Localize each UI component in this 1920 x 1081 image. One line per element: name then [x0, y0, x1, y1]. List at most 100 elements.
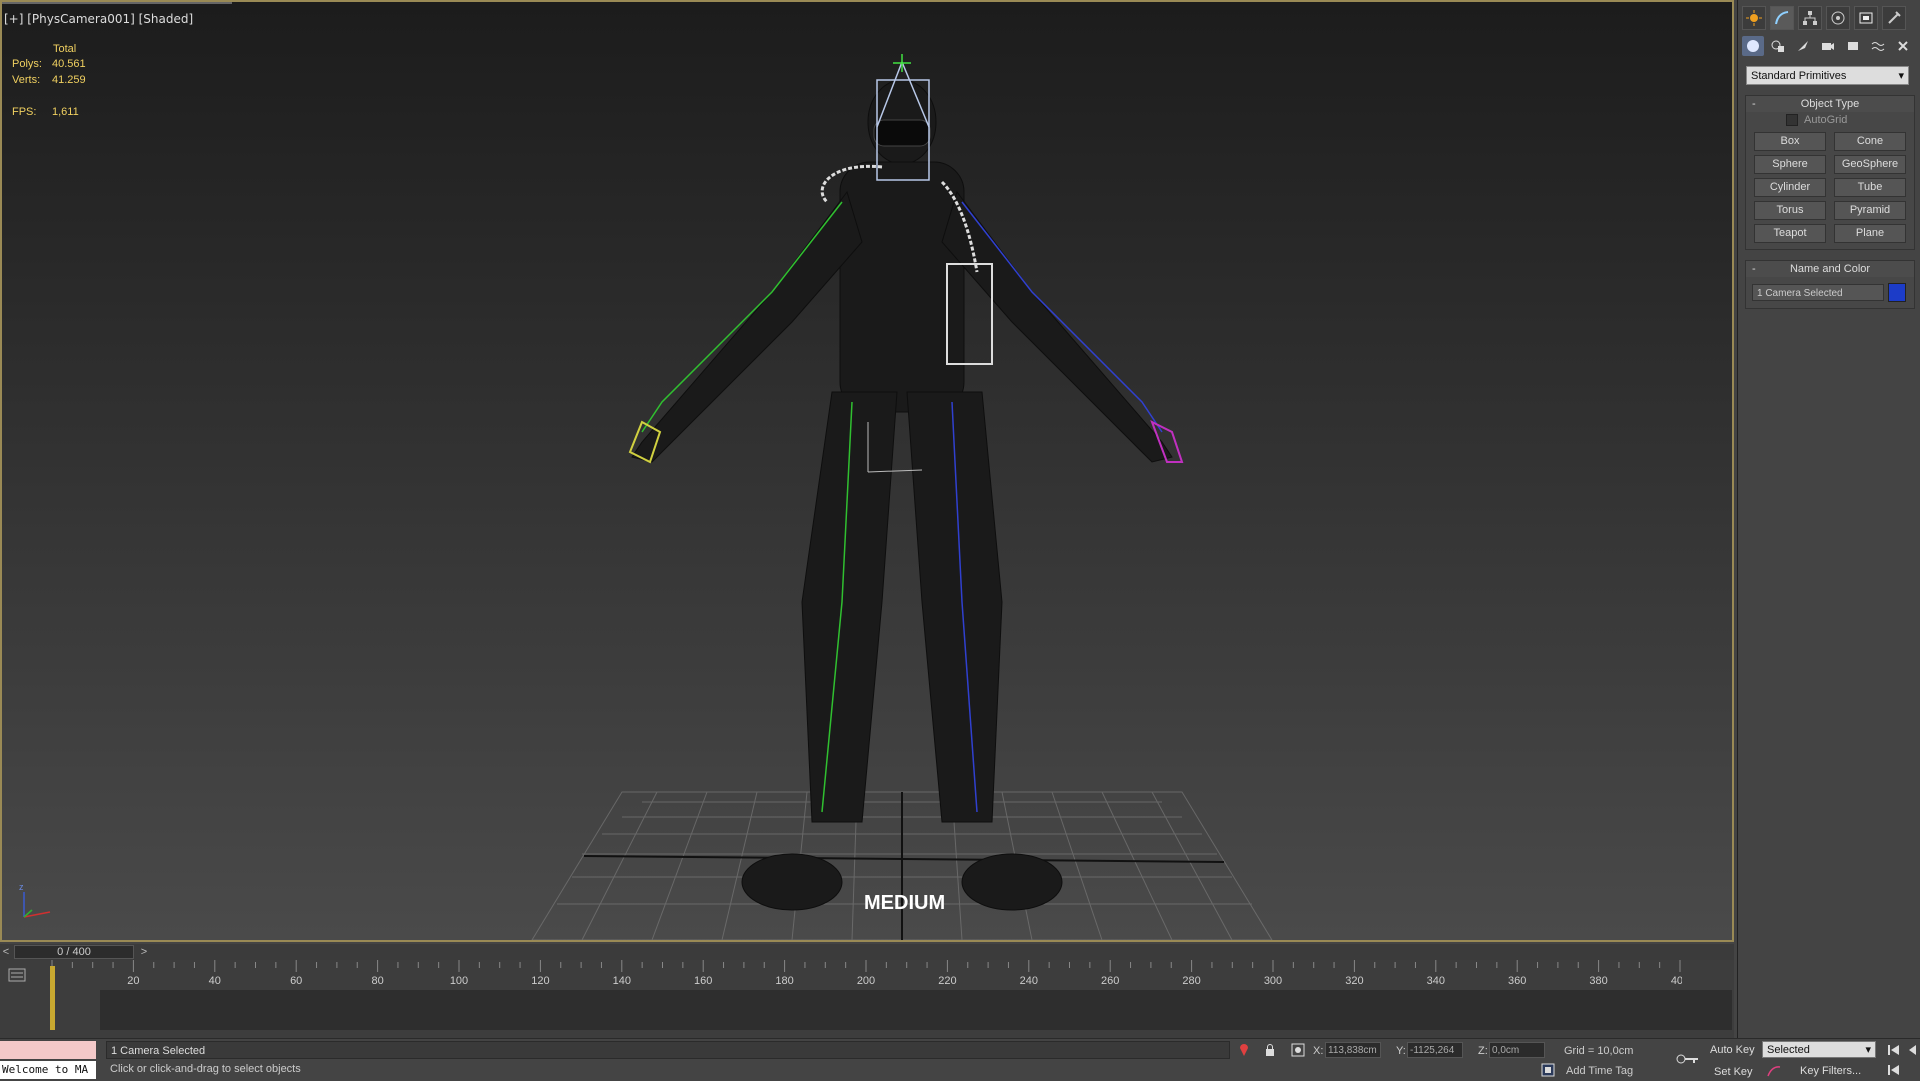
absolute-mode-icon[interactable]: [1290, 1042, 1306, 1058]
ruler-label: 120: [531, 975, 549, 987]
shapes-icon[interactable]: [1767, 36, 1789, 56]
sphere-button[interactable]: Sphere: [1754, 155, 1826, 174]
name-row: 1 Camera Selected: [1746, 277, 1914, 302]
object-type-title: Object Type: [1800, 98, 1860, 110]
auto-key-button[interactable]: Auto Key: [1710, 1044, 1755, 1056]
key-tangent-icon[interactable]: [1766, 1063, 1782, 1079]
lights-icon[interactable]: [1792, 36, 1814, 56]
go-to-start-icon[interactable]: [1886, 1042, 1902, 1058]
create-subtabs: [1738, 30, 1920, 62]
tube-button[interactable]: Tube: [1834, 178, 1906, 197]
display-tab-icon[interactable]: [1854, 6, 1878, 30]
current-frame-marker[interactable]: [50, 966, 55, 1030]
cameras-icon[interactable]: [1817, 36, 1839, 56]
time-tag-icon[interactable]: [1540, 1062, 1556, 1078]
object-name-field[interactable]: 1 Camera Selected: [1752, 284, 1884, 301]
ruler-label: 60: [290, 975, 302, 987]
hierarchy-tab-icon[interactable]: [1798, 6, 1822, 30]
ruler-label: 40: [209, 975, 221, 987]
y-coordinate-field[interactable]: -1125,264: [1407, 1042, 1463, 1058]
scene-render: z: [19, 54, 1273, 940]
x-coordinate-field[interactable]: 113,838cm: [1325, 1042, 1381, 1058]
add-time-tag[interactable]: Add Time Tag: [1566, 1065, 1633, 1077]
systems-icon[interactable]: [1892, 36, 1914, 56]
key-icon[interactable]: [1676, 1051, 1700, 1067]
camera-target-cross: [893, 54, 911, 72]
ruler-label: 220: [938, 975, 956, 987]
utilities-tab-icon[interactable]: [1882, 6, 1906, 30]
camera-tag: MEDIUM: [864, 892, 946, 914]
diver-character: [631, 79, 1173, 911]
teapot-button[interactable]: Teapot: [1754, 224, 1826, 243]
command-panel: Standard Primitives ▾ - Object Type Auto…: [1737, 0, 1920, 1040]
go-to-start-icon-2[interactable]: [1886, 1062, 1902, 1078]
status-bar: Welcome to MA 1 Camera Selected Click or…: [0, 1038, 1920, 1081]
axis-z-letter: z: [19, 882, 24, 892]
category-dropdown[interactable]: Standard Primitives ▾: [1746, 66, 1909, 85]
motion-tab-icon[interactable]: [1826, 6, 1850, 30]
ruler-label: 80: [371, 975, 383, 987]
ruler-label: 100: [450, 975, 468, 987]
x-label: X:: [1313, 1045, 1324, 1057]
set-key-button[interactable]: Set Key: [1714, 1066, 1753, 1078]
ruler-label: 360: [1508, 975, 1526, 987]
track-bar[interactable]: 20 40 60 80 100 120 140 160 180 200 220 240 260 280 30…: [0, 960, 1734, 1038]
autogrid-checkbox[interactable]: [1786, 114, 1798, 126]
category-dropdown-value: Standard Primitives: [1751, 69, 1847, 82]
autogrid-row: AutoGrid: [1746, 112, 1914, 128]
isolate-icon[interactable]: [1236, 1042, 1252, 1058]
time-slider-thumb[interactable]: 0 / 400: [14, 945, 134, 959]
pyramid-button[interactable]: Pyramid: [1834, 201, 1906, 220]
helpers-icon[interactable]: [1842, 36, 1864, 56]
key-filters-button[interactable]: Key Filters...: [1800, 1065, 1861, 1077]
grid-axis-x: [583, 855, 1225, 863]
z-label: Z:: [1478, 1045, 1488, 1057]
dive-mask: [873, 119, 931, 147]
object-type-header[interactable]: - Object Type: [1746, 96, 1914, 112]
ruler-label: 340: [1427, 975, 1445, 987]
collapse-icon[interactable]: -: [1752, 98, 1756, 110]
maxscript-welcome[interactable]: Welcome to MA: [0, 1061, 96, 1079]
maxscript-listener-input[interactable]: [0, 1041, 96, 1059]
create-tab-icon[interactable]: [1770, 6, 1794, 30]
ruler-label: 260: [1101, 975, 1119, 987]
chevron-down-icon: ▾: [1865, 1044, 1871, 1056]
perspective-viewport[interactable]: [+] [PhysCamera001] [Shaded] Total Polys…: [0, 0, 1734, 942]
time-slider[interactable]: < 0 / 400 >: [0, 944, 1734, 960]
ruler-label: 320: [1345, 975, 1363, 987]
box-button[interactable]: Box: [1754, 132, 1826, 151]
frame-ruler[interactable]: 20 40 60 80 100 120 140 160 180 200 220 240 260 280 30…: [50, 960, 1732, 1038]
prev-frame-button[interactable]: <: [0, 944, 12, 960]
cone-button[interactable]: Cone: [1834, 132, 1906, 151]
ruler-label: 200: [857, 975, 875, 987]
key-mode-dropdown[interactable]: Selected ▾: [1762, 1041, 1876, 1058]
geometry-icon[interactable]: [1742, 36, 1764, 56]
lock-icon[interactable]: [1262, 1042, 1278, 1058]
z-coordinate-field[interactable]: 0,0cm: [1489, 1042, 1545, 1058]
ruler-label: 140: [613, 975, 631, 987]
torus-button[interactable]: Torus: [1754, 201, 1826, 220]
sun-icon[interactable]: [1742, 6, 1766, 30]
ruler-label: 300: [1264, 975, 1282, 987]
next-frame-button[interactable]: >: [138, 944, 150, 960]
curve-editor-icon[interactable]: [8, 966, 26, 984]
name-color-rollout: - Name and Color 1 Camera Selected: [1745, 260, 1915, 309]
selection-count: 1 Camera Selected: [106, 1041, 1230, 1059]
geosphere-button[interactable]: GeoSphere: [1834, 155, 1906, 174]
object-color-swatch[interactable]: [1888, 283, 1906, 302]
ruler-label: 280: [1182, 975, 1200, 987]
cylinder-button[interactable]: Cylinder: [1754, 178, 1826, 197]
y-label: Y:: [1396, 1045, 1406, 1057]
spacewarps-icon[interactable]: [1867, 36, 1889, 56]
ruler-ticks: 20 40 60 80 100 120 140 160 180 200 220 240 260 280 30…: [51, 960, 1682, 987]
key-mode-value: Selected: [1767, 1043, 1810, 1056]
command-panel-tabs: [1738, 0, 1920, 30]
name-color-header[interactable]: - Name and Color: [1746, 261, 1914, 277]
primitive-buttons: Box Cone Sphere GeoSphere Cylinder Tube …: [1746, 128, 1914, 243]
ruler-label: 240: [1020, 975, 1038, 987]
collapse-icon[interactable]: -: [1752, 263, 1756, 275]
name-color-title: Name and Color: [1789, 263, 1871, 275]
plane-button[interactable]: Plane: [1834, 224, 1906, 243]
key-area[interactable]: [100, 990, 1732, 1030]
previous-key-icon[interactable]: [1906, 1042, 1918, 1058]
